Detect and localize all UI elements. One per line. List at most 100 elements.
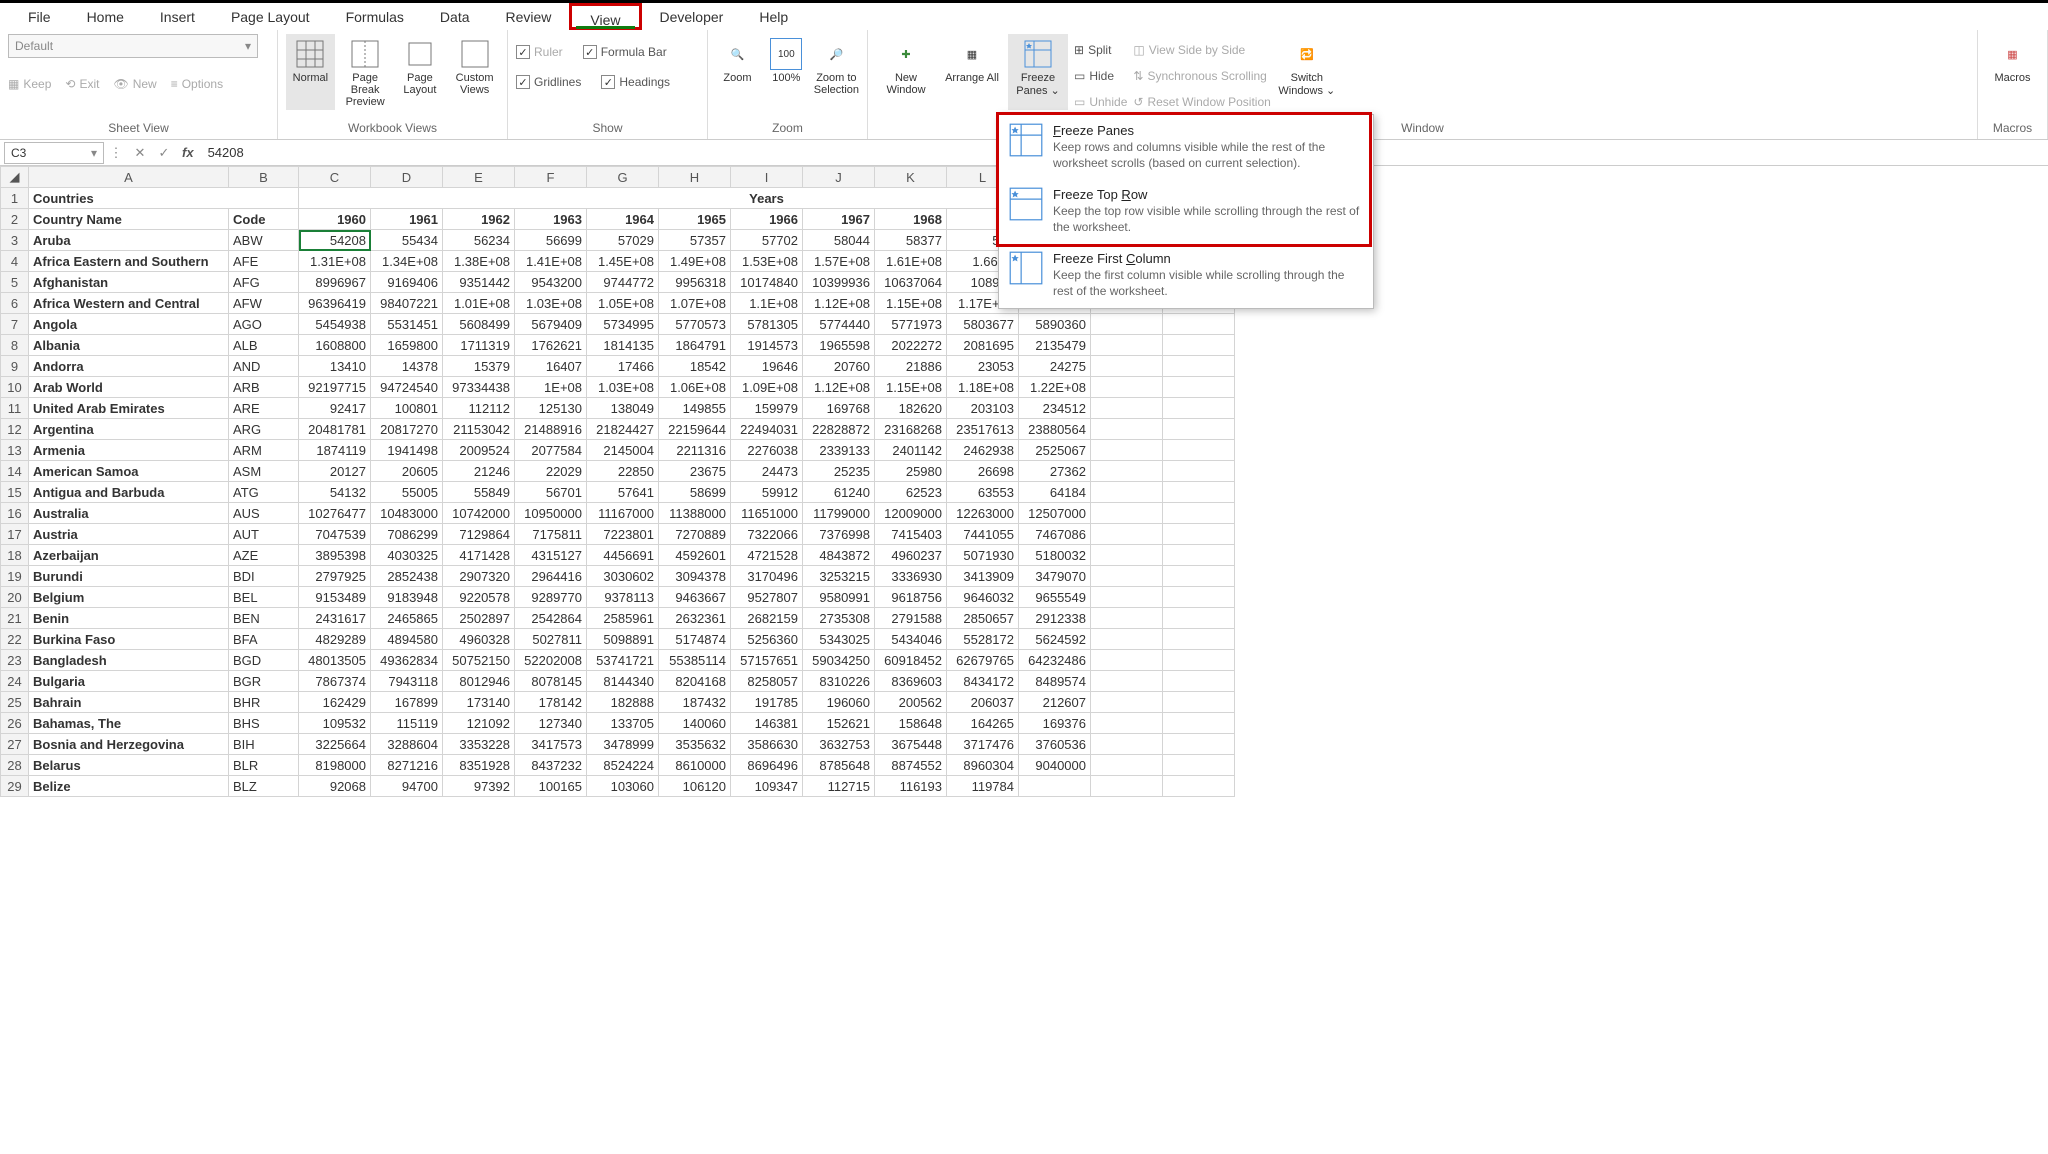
cell-data[interactable]: 1E+08 (515, 377, 587, 398)
tab-home[interactable]: Home (69, 3, 142, 30)
cell-data[interactable]: 133705 (587, 713, 659, 734)
cell-data[interactable]: 1.57E+08 (803, 251, 875, 272)
row-header-21[interactable]: 21 (1, 608, 29, 629)
cell-data[interactable]: 4843872 (803, 545, 875, 566)
cell-data[interactable]: 1.03E+08 (515, 293, 587, 314)
fb-dropdown-icon[interactable]: ⋮ (104, 145, 128, 161)
cell[interactable] (1091, 713, 1163, 734)
cell-data[interactable]: 23053 (947, 356, 1019, 377)
col-header-I[interactable]: I (731, 167, 803, 188)
cell-country-code[interactable]: ASM (229, 461, 299, 482)
col-header-F[interactable]: F (515, 167, 587, 188)
cell-country-name[interactable]: Bahamas, The (29, 713, 229, 734)
cell-data[interactable]: 16407 (515, 356, 587, 377)
cell-data[interactable]: 5454938 (299, 314, 371, 335)
cell[interactable] (1163, 629, 1235, 650)
cell-country-code[interactable]: ARE (229, 398, 299, 419)
cell-data[interactable]: 8204168 (659, 671, 731, 692)
cell-data[interactable]: 1.03E+08 (587, 377, 659, 398)
row-header-24[interactable]: 24 (1, 671, 29, 692)
cell-data[interactable]: 9040000 (1019, 755, 1091, 776)
cell[interactable] (1091, 734, 1163, 755)
cell-data[interactable]: 8369603 (875, 671, 947, 692)
cell-data[interactable]: 7467086 (1019, 524, 1091, 545)
row-header-22[interactable]: 22 (1, 629, 29, 650)
cell[interactable] (1091, 608, 1163, 629)
cell-data[interactable]: 2791588 (875, 608, 947, 629)
cell-country-name[interactable]: Armenia (29, 440, 229, 461)
cell-country-name[interactable]: Bahrain (29, 692, 229, 713)
cell-data[interactable]: 59034250 (803, 650, 875, 671)
row-header-18[interactable]: 18 (1, 545, 29, 566)
cell-country-code[interactable]: BIH (229, 734, 299, 755)
cell-data[interactable]: 2850657 (947, 608, 1019, 629)
cell-header-y1965[interactable]: 1965 (659, 209, 731, 230)
cell-data[interactable]: 54208 (299, 230, 371, 251)
cell-data[interactable]: 1.09E+08 (731, 377, 803, 398)
cell-data[interactable]: 4315127 (515, 545, 587, 566)
cell-country-code[interactable]: ABW (229, 230, 299, 251)
cell-data[interactable]: 2525067 (1019, 440, 1091, 461)
row-header-20[interactable]: 20 (1, 587, 29, 608)
cell-header-y1961[interactable]: 1961 (371, 209, 443, 230)
cell-data[interactable]: 2401142 (875, 440, 947, 461)
cell-data[interactable]: 212607 (1019, 692, 1091, 713)
cell-data[interactable]: 1659800 (371, 335, 443, 356)
cell-country-name[interactable]: Bosnia and Herzegovina (29, 734, 229, 755)
cell-data[interactable]: 8198000 (299, 755, 371, 776)
cell-country-name[interactable]: Burkina Faso (29, 629, 229, 650)
cell-data[interactable]: 1874119 (299, 440, 371, 461)
cell[interactable] (1163, 377, 1235, 398)
cell-data[interactable]: 1.12E+08 (803, 377, 875, 398)
cell-data[interactable]: 2632361 (659, 608, 731, 629)
cell-data[interactable]: 7175811 (515, 524, 587, 545)
sheetview-combo[interactable]: Default▾ (8, 34, 258, 58)
cell-data[interactable]: 5774440 (803, 314, 875, 335)
cell-data[interactable]: 22159644 (659, 419, 731, 440)
cell-data[interactable]: 58044 (803, 230, 875, 251)
row-header-23[interactable]: 23 (1, 650, 29, 671)
cell-country-code[interactable]: BHS (229, 713, 299, 734)
cell-country-name[interactable]: Bangladesh (29, 650, 229, 671)
cell-data[interactable]: 5343025 (803, 629, 875, 650)
cell-header-y1964[interactable]: 1964 (587, 209, 659, 230)
cell-country-name[interactable]: Andorra (29, 356, 229, 377)
cell-country-name[interactable]: Afghanistan (29, 272, 229, 293)
cell-data[interactable]: 5027811 (515, 629, 587, 650)
cell-country-name[interactable]: Benin (29, 608, 229, 629)
cell-data[interactable]: 54132 (299, 482, 371, 503)
cell-country-code[interactable]: ALB (229, 335, 299, 356)
chk-formula-bar[interactable]: Formula Bar (583, 40, 667, 64)
cell-data[interactable]: 1.05E+08 (587, 293, 659, 314)
cell-data[interactable]: 9351442 (443, 272, 515, 293)
row-header-10[interactable]: 10 (1, 377, 29, 398)
cell-data[interactable]: 115119 (371, 713, 443, 734)
cell-data[interactable]: 2585961 (587, 608, 659, 629)
cell-data[interactable]: 196060 (803, 692, 875, 713)
cell-data[interactable]: 8524224 (587, 755, 659, 776)
cell[interactable] (1091, 314, 1163, 335)
cell-data[interactable]: 11167000 (587, 503, 659, 524)
cell-data[interactable]: 3479070 (1019, 566, 1091, 587)
cell-data[interactable]: 159979 (731, 398, 803, 419)
row-header-3[interactable]: 3 (1, 230, 29, 251)
cell-data[interactable]: 96396419 (299, 293, 371, 314)
cell-country-code[interactable]: BLZ (229, 776, 299, 797)
cell-data[interactable]: 23880564 (1019, 419, 1091, 440)
cell-header-country[interactable]: Country Name (29, 209, 229, 230)
cell-data[interactable]: 2964416 (515, 566, 587, 587)
cell-data[interactable]: 4030325 (371, 545, 443, 566)
cell-data[interactable]: 121092 (443, 713, 515, 734)
cell-country-code[interactable]: BHR (229, 692, 299, 713)
cell-data[interactable]: 57357 (659, 230, 731, 251)
cell[interactable] (1091, 398, 1163, 419)
cell-data[interactable]: 1.18E+08 (947, 377, 1019, 398)
cell-data[interactable]: 8960304 (947, 755, 1019, 776)
sheetview-keep[interactable]: ▦Keep (8, 72, 51, 96)
cell-data[interactable]: 4894580 (371, 629, 443, 650)
btn-zoom-to-selection[interactable]: 🔎Zoom to Selection (814, 34, 859, 110)
cell-data[interactable]: 9153489 (299, 587, 371, 608)
cell-header-y1967[interactable]: 1967 (803, 209, 875, 230)
cell-data[interactable]: 9646032 (947, 587, 1019, 608)
tab-file[interactable]: File (10, 3, 69, 30)
